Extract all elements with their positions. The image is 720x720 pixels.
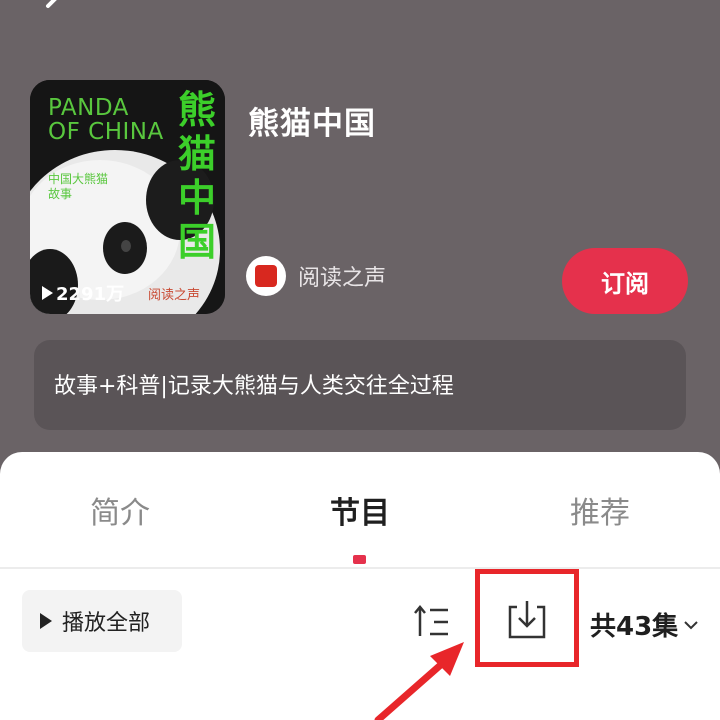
play-all-button[interactable]: 播放全部 bbox=[22, 590, 182, 652]
chevron-down-icon bbox=[684, 620, 698, 629]
album-title: 熊猫中国 bbox=[248, 106, 376, 142]
play-icon bbox=[42, 286, 53, 300]
back-icon[interactable] bbox=[36, 0, 76, 22]
description-text: 故事+科普|记录大熊猫与人类交往全过程 bbox=[54, 374, 454, 399]
play-icon bbox=[40, 613, 52, 629]
cover-subtitle: 中国大熊猫故事 bbox=[48, 172, 109, 201]
episode-count[interactable]: 共43集 bbox=[590, 606, 700, 643]
tab-episodes[interactable]: 节目 bbox=[330, 488, 390, 532]
cover-title-en: PANDA OF CHINA bbox=[48, 95, 164, 145]
tab-intro[interactable]: 简介 bbox=[90, 488, 150, 532]
subscribe-button[interactable]: 订阅 bbox=[562, 248, 688, 314]
highlight-annotation bbox=[475, 569, 579, 667]
play-count-value: 2291万 bbox=[56, 284, 125, 305]
publisher-avatar[interactable] bbox=[246, 256, 286, 296]
cover-seal: 阅读之声 bbox=[148, 288, 201, 303]
episode-count-label: 共43集 bbox=[590, 612, 679, 642]
pointer-arrow-annotation bbox=[374, 642, 464, 720]
album-header: PANDA OF CHINA 中国大熊猫故事 熊猫中国 阅读之声 2291万 熊… bbox=[0, 0, 720, 452]
publisher-name[interactable]: 阅读之声 bbox=[298, 260, 386, 292]
album-cover[interactable]: PANDA OF CHINA 中国大熊猫故事 熊猫中国 阅读之声 2291万 bbox=[30, 80, 225, 314]
play-count: 2291万 bbox=[42, 280, 124, 306]
active-tab-indicator bbox=[353, 555, 366, 564]
description-box[interactable]: 故事+科普|记录大熊猫与人类交往全过程 bbox=[34, 340, 686, 430]
play-all-label: 播放全部 bbox=[62, 611, 151, 636]
tab-recommend[interactable]: 推荐 bbox=[570, 488, 630, 532]
publisher-logo bbox=[255, 265, 277, 287]
cover-title-cn: 熊猫中国 bbox=[178, 87, 217, 264]
tab-divider bbox=[0, 567, 720, 569]
publisher[interactable]: 阅读之声 bbox=[246, 256, 386, 296]
